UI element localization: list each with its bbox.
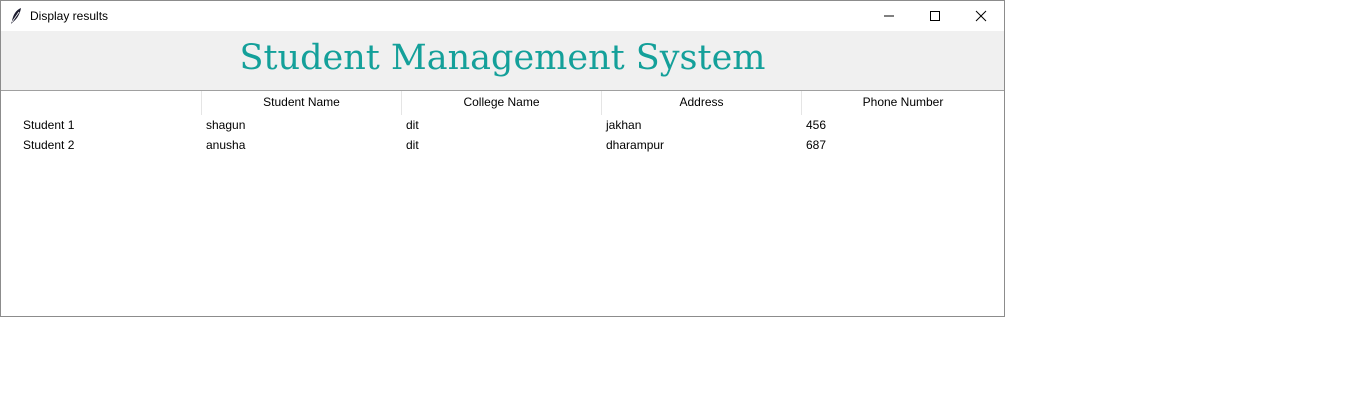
maximize-button[interactable] — [912, 1, 958, 31]
row-id: Student 2 — [23, 138, 75, 152]
student-name-cell: shagun — [206, 118, 246, 132]
column-header-student-name[interactable]: Student Name — [202, 91, 402, 115]
title-bar[interactable]: Display results — [1, 1, 1004, 31]
address-cell: jakhan — [606, 118, 642, 132]
table-row[interactable]: Student 1 shagun dit jakhan 456 — [1, 115, 1004, 135]
column-header-phone-number[interactable]: Phone Number — [802, 91, 1004, 115]
address-cell: dharampur — [606, 138, 665, 152]
table-row[interactable]: Student 2 anusha dit dharampur 687 — [1, 135, 1004, 155]
minimize-icon — [883, 7, 895, 26]
student-name-cell: anusha — [206, 138, 246, 152]
close-icon — [975, 7, 987, 26]
column-header-tree[interactable] — [1, 91, 202, 115]
college-name-cell: dit — [406, 138, 419, 152]
feather-icon — [9, 7, 25, 25]
student-table[interactable]: Student Name College Name Address Phone … — [1, 90, 1004, 316]
row-id: Student 1 — [23, 118, 75, 132]
display-results-window: Display results Student Management Syste… — [0, 0, 1005, 317]
phone-number-cell: 687 — [806, 138, 827, 152]
minimize-button[interactable] — [866, 1, 912, 31]
maximize-icon — [929, 7, 941, 26]
window-title: Display results — [30, 9, 109, 23]
table-header: Student Name College Name Address Phone … — [1, 91, 1004, 115]
column-header-college-name[interactable]: College Name — [402, 91, 602, 115]
header-band: Student Management System — [1, 31, 1004, 90]
phone-number-cell: 456 — [806, 118, 827, 132]
close-button[interactable] — [958, 1, 1004, 31]
app-title: Student Management System — [239, 38, 766, 78]
column-header-address[interactable]: Address — [602, 91, 802, 115]
college-name-cell: dit — [406, 118, 419, 132]
